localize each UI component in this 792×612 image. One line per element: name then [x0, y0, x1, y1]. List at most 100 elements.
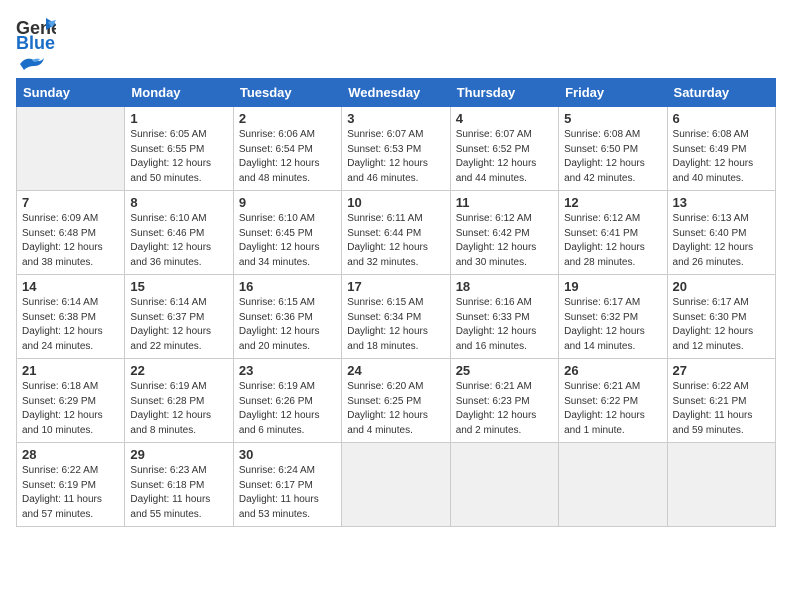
day-info: Sunrise: 6:21 AM Sunset: 6:22 PM Dayligh… — [564, 380, 661, 438]
day-number: 11 — [456, 195, 553, 210]
calendar-cell: 18 Sunrise: 6:16 AM Sunset: 6:33 PM Dayl… — [450, 275, 558, 359]
day-info: Sunrise: 6:08 AM Sunset: 6:50 PM Dayligh… — [564, 128, 661, 186]
weekday-header-sunday: Sunday — [17, 79, 125, 107]
calendar-cell: 30 Sunrise: 6:24 AM Sunset: 6:17 PM Dayl… — [233, 443, 341, 527]
calendar-cell: 4 Sunrise: 6:07 AM Sunset: 6:52 PM Dayli… — [450, 107, 558, 191]
day-info: Sunrise: 6:12 AM Sunset: 6:41 PM Dayligh… — [564, 212, 661, 270]
day-info: Sunrise: 6:18 AM Sunset: 6:29 PM Dayligh… — [22, 380, 119, 438]
weekday-header-wednesday: Wednesday — [342, 79, 450, 107]
calendar-body: 1 Sunrise: 6:05 AM Sunset: 6:55 PM Dayli… — [17, 107, 776, 527]
calendar-cell: 12 Sunrise: 6:12 AM Sunset: 6:41 PM Dayl… — [559, 191, 667, 275]
weekday-header-friday: Friday — [559, 79, 667, 107]
day-number: 6 — [673, 111, 770, 126]
calendar-cell: 24 Sunrise: 6:20 AM Sunset: 6:25 PM Dayl… — [342, 359, 450, 443]
day-number: 24 — [347, 363, 444, 378]
calendar-week-1: 1 Sunrise: 6:05 AM Sunset: 6:55 PM Dayli… — [17, 107, 776, 191]
calendar-cell: 21 Sunrise: 6:18 AM Sunset: 6:29 PM Dayl… — [17, 359, 125, 443]
calendar-cell: 28 Sunrise: 6:22 AM Sunset: 6:19 PM Dayl… — [17, 443, 125, 527]
day-number: 3 — [347, 111, 444, 126]
day-number: 28 — [22, 447, 119, 462]
day-info: Sunrise: 6:17 AM Sunset: 6:32 PM Dayligh… — [564, 296, 661, 354]
day-number: 30 — [239, 447, 336, 462]
day-number: 22 — [130, 363, 227, 378]
calendar-header-row: SundayMondayTuesdayWednesdayThursdayFrid… — [17, 79, 776, 107]
day-info: Sunrise: 6:12 AM Sunset: 6:42 PM Dayligh… — [456, 212, 553, 270]
page-header: General Blue — [16, 16, 776, 70]
day-number: 10 — [347, 195, 444, 210]
day-info: Sunrise: 6:15 AM Sunset: 6:36 PM Dayligh… — [239, 296, 336, 354]
day-info: Sunrise: 6:07 AM Sunset: 6:53 PM Dayligh… — [347, 128, 444, 186]
svg-text:Blue: Blue — [16, 33, 55, 52]
calendar-week-2: 7 Sunrise: 6:09 AM Sunset: 6:48 PM Dayli… — [17, 191, 776, 275]
day-info: Sunrise: 6:08 AM Sunset: 6:49 PM Dayligh… — [673, 128, 770, 186]
calendar-week-3: 14 Sunrise: 6:14 AM Sunset: 6:38 PM Dayl… — [17, 275, 776, 359]
calendar-table: SundayMondayTuesdayWednesdayThursdayFrid… — [16, 78, 776, 527]
calendar-cell: 25 Sunrise: 6:21 AM Sunset: 6:23 PM Dayl… — [450, 359, 558, 443]
calendar-cell: 1 Sunrise: 6:05 AM Sunset: 6:55 PM Dayli… — [125, 107, 233, 191]
day-info: Sunrise: 6:20 AM Sunset: 6:25 PM Dayligh… — [347, 380, 444, 438]
calendar-cell: 14 Sunrise: 6:14 AM Sunset: 6:38 PM Dayl… — [17, 275, 125, 359]
calendar-cell: 20 Sunrise: 6:17 AM Sunset: 6:30 PM Dayl… — [667, 275, 775, 359]
day-info: Sunrise: 6:17 AM Sunset: 6:30 PM Dayligh… — [673, 296, 770, 354]
calendar-cell: 13 Sunrise: 6:13 AM Sunset: 6:40 PM Dayl… — [667, 191, 775, 275]
calendar-cell: 27 Sunrise: 6:22 AM Sunset: 6:21 PM Dayl… — [667, 359, 775, 443]
calendar-cell: 15 Sunrise: 6:14 AM Sunset: 6:37 PM Dayl… — [125, 275, 233, 359]
calendar-cell: 9 Sunrise: 6:10 AM Sunset: 6:45 PM Dayli… — [233, 191, 341, 275]
day-info: Sunrise: 6:06 AM Sunset: 6:54 PM Dayligh… — [239, 128, 336, 186]
day-number: 25 — [456, 363, 553, 378]
day-number: 14 — [22, 279, 119, 294]
day-info: Sunrise: 6:16 AM Sunset: 6:33 PM Dayligh… — [456, 296, 553, 354]
day-number: 12 — [564, 195, 661, 210]
day-number: 18 — [456, 279, 553, 294]
weekday-header-tuesday: Tuesday — [233, 79, 341, 107]
calendar-cell: 5 Sunrise: 6:08 AM Sunset: 6:50 PM Dayli… — [559, 107, 667, 191]
day-info: Sunrise: 6:22 AM Sunset: 6:21 PM Dayligh… — [673, 380, 770, 438]
day-number: 26 — [564, 363, 661, 378]
calendar-cell: 29 Sunrise: 6:23 AM Sunset: 6:18 PM Dayl… — [125, 443, 233, 527]
logo-bird-icon — [18, 54, 46, 74]
day-info: Sunrise: 6:05 AM Sunset: 6:55 PM Dayligh… — [130, 128, 227, 186]
calendar-cell: 6 Sunrise: 6:08 AM Sunset: 6:49 PM Dayli… — [667, 107, 775, 191]
day-info: Sunrise: 6:10 AM Sunset: 6:45 PM Dayligh… — [239, 212, 336, 270]
calendar-week-5: 28 Sunrise: 6:22 AM Sunset: 6:19 PM Dayl… — [17, 443, 776, 527]
calendar-cell — [342, 443, 450, 527]
day-info: Sunrise: 6:22 AM Sunset: 6:19 PM Dayligh… — [22, 464, 119, 522]
day-info: Sunrise: 6:13 AM Sunset: 6:40 PM Dayligh… — [673, 212, 770, 270]
logo-icon: General Blue — [16, 16, 56, 52]
day-number: 15 — [130, 279, 227, 294]
calendar-cell: 17 Sunrise: 6:15 AM Sunset: 6:34 PM Dayl… — [342, 275, 450, 359]
calendar-cell: 16 Sunrise: 6:15 AM Sunset: 6:36 PM Dayl… — [233, 275, 341, 359]
calendar-cell: 22 Sunrise: 6:19 AM Sunset: 6:28 PM Dayl… — [125, 359, 233, 443]
day-info: Sunrise: 6:14 AM Sunset: 6:37 PM Dayligh… — [130, 296, 227, 354]
calendar-cell: 8 Sunrise: 6:10 AM Sunset: 6:46 PM Dayli… — [125, 191, 233, 275]
calendar-cell — [559, 443, 667, 527]
calendar-cell — [667, 443, 775, 527]
calendar-cell: 2 Sunrise: 6:06 AM Sunset: 6:54 PM Dayli… — [233, 107, 341, 191]
calendar-week-4: 21 Sunrise: 6:18 AM Sunset: 6:29 PM Dayl… — [17, 359, 776, 443]
day-number: 21 — [22, 363, 119, 378]
calendar-cell: 3 Sunrise: 6:07 AM Sunset: 6:53 PM Dayli… — [342, 107, 450, 191]
day-info: Sunrise: 6:15 AM Sunset: 6:34 PM Dayligh… — [347, 296, 444, 354]
logo: General Blue — [16, 16, 56, 70]
day-info: Sunrise: 6:19 AM Sunset: 6:28 PM Dayligh… — [130, 380, 227, 438]
day-number: 23 — [239, 363, 336, 378]
calendar-cell: 7 Sunrise: 6:09 AM Sunset: 6:48 PM Dayli… — [17, 191, 125, 275]
calendar-cell: 10 Sunrise: 6:11 AM Sunset: 6:44 PM Dayl… — [342, 191, 450, 275]
day-info: Sunrise: 6:19 AM Sunset: 6:26 PM Dayligh… — [239, 380, 336, 438]
day-number: 19 — [564, 279, 661, 294]
day-info: Sunrise: 6:07 AM Sunset: 6:52 PM Dayligh… — [456, 128, 553, 186]
day-number: 20 — [673, 279, 770, 294]
day-info: Sunrise: 6:11 AM Sunset: 6:44 PM Dayligh… — [347, 212, 444, 270]
weekday-header-saturday: Saturday — [667, 79, 775, 107]
day-number: 17 — [347, 279, 444, 294]
day-number: 2 — [239, 111, 336, 126]
day-number: 27 — [673, 363, 770, 378]
day-number: 29 — [130, 447, 227, 462]
day-number: 16 — [239, 279, 336, 294]
calendar-cell — [17, 107, 125, 191]
calendar-cell — [450, 443, 558, 527]
calendar-cell: 19 Sunrise: 6:17 AM Sunset: 6:32 PM Dayl… — [559, 275, 667, 359]
weekday-header-thursday: Thursday — [450, 79, 558, 107]
day-info: Sunrise: 6:10 AM Sunset: 6:46 PM Dayligh… — [130, 212, 227, 270]
day-info: Sunrise: 6:21 AM Sunset: 6:23 PM Dayligh… — [456, 380, 553, 438]
